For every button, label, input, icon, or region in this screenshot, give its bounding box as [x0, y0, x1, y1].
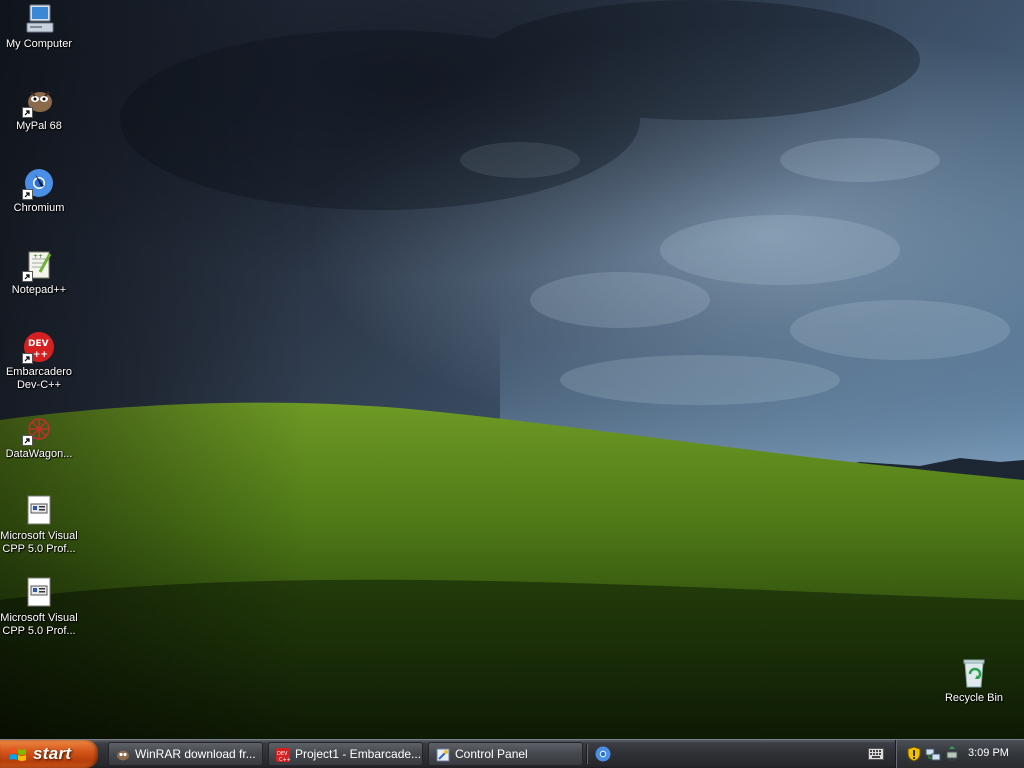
- recycle-bin-icon: [957, 656, 991, 690]
- shortcut-arrow-icon: [22, 435, 33, 446]
- windows-logo-icon: [10, 748, 26, 761]
- desktop-icon-label: Embarcadero Dev-C++: [5, 366, 73, 391]
- datawagon-icon: [22, 412, 56, 446]
- devcpp-icon: DEV ++: [22, 330, 56, 364]
- start-label: start: [33, 744, 72, 763]
- mypal-icon: [22, 84, 56, 118]
- desktop-icon-msvc-2[interactable]: Microsoft Visual CPP 5.0 Prof...: [0, 576, 78, 638]
- svg-text:C++: C++: [279, 757, 291, 763]
- task-label: Control Panel: [455, 747, 528, 761]
- my-computer-icon: [22, 2, 56, 36]
- task-label: Project1 - Embarcade...: [295, 747, 422, 761]
- quick-launch-chromium[interactable]: [594, 745, 612, 763]
- desktop-icon-recycle-bin[interactable]: Recycle Bin: [935, 656, 1013, 705]
- keyboard-icon[interactable]: [868, 748, 884, 760]
- desktop-icon-label: Recycle Bin: [944, 692, 1004, 704]
- desktop-icon-chromium[interactable]: Chromium: [0, 166, 78, 215]
- desktop-icon-datawagon[interactable]: DataWagon...: [0, 412, 78, 461]
- desktop-icon-mypal[interactable]: MyPal 68: [0, 84, 78, 133]
- taskbar-button-control-panel[interactable]: Control Panel: [428, 742, 583, 766]
- shortcut-arrow-icon: [22, 353, 33, 364]
- desktop-icon-label: My Computer: [5, 38, 73, 50]
- taskbar-button-winrar[interactable]: WinRAR download fr...: [108, 742, 263, 766]
- desktop-icon-label: DataWagon...: [5, 448, 73, 460]
- desktop-icon-my-computer[interactable]: My Computer: [0, 2, 78, 51]
- desktop-icon-notepad-plus-plus[interactable]: ++ Notepad++: [0, 248, 78, 297]
- notepad-plus-plus-icon: ++: [22, 248, 56, 282]
- desktop[interactable]: My Computer MyPal 68 Chromium ++ Notepad…: [0, 0, 1024, 739]
- desktop-icon-label: MyPal 68: [16, 120, 62, 132]
- system-tray: 3:09 PM: [895, 740, 1024, 768]
- devcpp-icon: DEV C++: [275, 747, 291, 763]
- svg-text:DEV: DEV: [28, 339, 49, 349]
- taskbar: start WinRAR download fr... DEV C++ Proje…: [0, 739, 1024, 768]
- clock[interactable]: 3:09 PM: [968, 747, 1009, 759]
- network-icon[interactable]: [925, 746, 941, 762]
- desktop-icon-label: Microsoft Visual CPP 5.0 Prof...: [0, 530, 78, 555]
- installer-icon: [22, 494, 56, 528]
- chromium-icon: [595, 746, 611, 762]
- shortcut-arrow-icon: [22, 189, 33, 200]
- desktop-icon-label: Microsoft Visual CPP 5.0 Prof...: [0, 612, 78, 637]
- start-button[interactable]: start: [0, 740, 98, 768]
- svg-text:++: ++: [33, 350, 48, 360]
- shortcut-arrow-icon: [22, 107, 33, 118]
- control-panel-icon: [435, 747, 451, 763]
- desktop-icon-devcpp[interactable]: DEV ++ Embarcadero Dev-C++: [0, 330, 78, 392]
- desktop-icon-label: Chromium: [13, 202, 65, 214]
- desktop-icon-msvc-1[interactable]: Microsoft Visual CPP 5.0 Prof...: [0, 494, 78, 556]
- svg-text:++: ++: [33, 253, 43, 260]
- taskbar-button-project1[interactable]: DEV C++ Project1 - Embarcade...: [268, 742, 423, 766]
- safely-remove-icon[interactable]: [944, 746, 960, 762]
- desktop-icon-label: Notepad++: [11, 284, 67, 296]
- wallpaper: [0, 0, 1024, 739]
- quick-launch-separator: [586, 744, 588, 764]
- mypal-icon: [115, 747, 131, 763]
- chromium-icon: [22, 166, 56, 200]
- security-shield-icon[interactable]: [906, 746, 922, 762]
- shortcut-arrow-icon: [22, 271, 33, 282]
- task-label: WinRAR download fr...: [135, 747, 256, 761]
- installer-icon: [22, 576, 56, 610]
